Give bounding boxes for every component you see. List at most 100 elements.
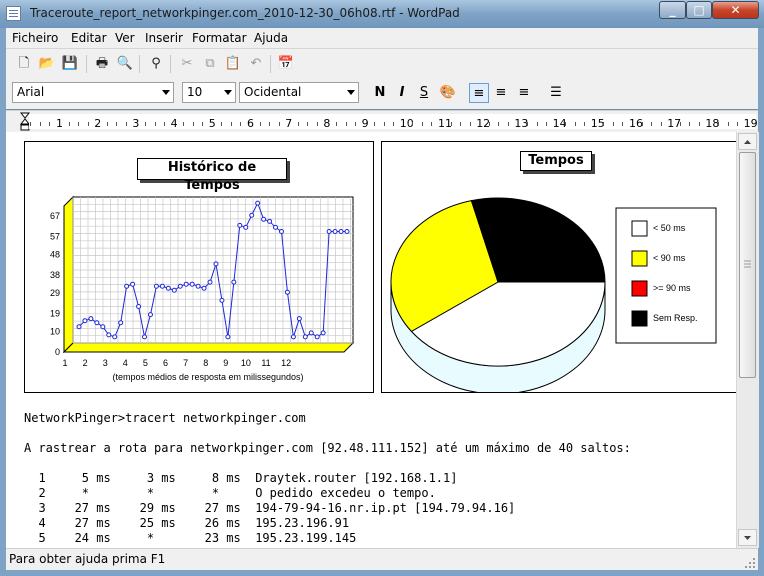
pie-chart-plot: < 50 ms < 90 ms >= 90 ms Sem Resp. xyxy=(390,197,717,392)
font-name-value: Arial xyxy=(17,85,45,99)
print-preview-icon[interactable]: 🔍 xyxy=(115,54,135,74)
scroll-down-button[interactable] xyxy=(738,529,757,546)
ruler-tick xyxy=(30,122,32,126)
save-icon[interactable]: 💾 xyxy=(60,54,80,74)
open-folder-icon[interactable]: 📂 xyxy=(37,54,57,74)
ruler-tick xyxy=(278,122,280,126)
print-icon[interactable]: 🖶 xyxy=(92,54,112,74)
ruler-tick xyxy=(536,122,538,126)
chevron-down-icon xyxy=(162,90,170,95)
ruler-number: 8 xyxy=(323,117,331,130)
align-center-button[interactable]: ≡ xyxy=(491,83,511,103)
y-tick-label: 29 xyxy=(50,288,60,298)
x-tick-label: 7 xyxy=(183,358,188,368)
paste-icon[interactable]: 📋 xyxy=(223,54,243,74)
insert-datetime-icon[interactable]: 📅 xyxy=(276,54,296,74)
data-point xyxy=(344,228,350,234)
maximize-button[interactable]: □ xyxy=(686,1,712,19)
data-point xyxy=(290,334,296,340)
x-tick-label: 11 xyxy=(261,358,270,368)
y-tick-label: 57 xyxy=(50,231,60,241)
ruler-tick xyxy=(230,122,232,126)
font-size-select[interactable]: 10 xyxy=(182,82,236,103)
legend-label: >= 90 ms xyxy=(653,283,691,293)
x-tick-label: 8 xyxy=(203,358,208,368)
tracert-route-line: A rastrear a rota para networkpinger.com… xyxy=(24,441,631,455)
bold-button[interactable]: N xyxy=(370,83,390,103)
ruler-tick xyxy=(393,122,395,126)
data-point xyxy=(207,279,213,285)
minimize-button[interactable]: _ xyxy=(659,1,686,19)
vertical-scrollbar[interactable] xyxy=(736,132,759,548)
status-text: Para obter ajuda prima F1 xyxy=(9,552,166,566)
ruler-tick xyxy=(116,122,118,126)
ruler-number: 5 xyxy=(208,117,216,130)
data-point xyxy=(177,283,183,289)
times-pie-chart: Tempos < 50 ms < 90 ms >= 90 ms Sem Resp. xyxy=(381,141,736,393)
ruler-tick xyxy=(469,122,471,126)
align-right-button[interactable]: ≡ xyxy=(514,83,534,103)
ruler-tick xyxy=(106,122,108,126)
legend-swatch xyxy=(631,250,648,267)
ruler-tick xyxy=(641,122,643,126)
script-value: Ocidental xyxy=(244,85,302,99)
ruler-tick xyxy=(297,122,299,126)
resize-grip-icon[interactable] xyxy=(744,557,756,569)
script-select[interactable]: Ocidental xyxy=(239,82,359,103)
x-tick-label: 9 xyxy=(223,358,228,368)
hop-line: 3 27 ms 29 ms 27 ms 194-79-94-16.nr.ip.p… xyxy=(24,501,516,515)
close-button[interactable]: ✕ xyxy=(712,1,759,19)
data-point xyxy=(183,281,189,287)
wordpad-icon[interactable] xyxy=(6,6,21,21)
hop-line: 4 27 ms 25 ms 26 ms 195.23.196.91 xyxy=(24,516,350,530)
x-tick-label: 5 xyxy=(143,358,148,368)
find-icon[interactable]: ⚲ xyxy=(146,54,166,74)
ruler-tick xyxy=(603,122,605,126)
copy-icon[interactable]: ⧉ xyxy=(200,54,220,74)
ruler-tick xyxy=(574,122,576,126)
document-area[interactable]: Histórico de Tempos 0 10 19 29 38 48 57 67 1 2 3 4 5… xyxy=(6,132,736,548)
menu-formatar[interactable]: Formatar xyxy=(192,31,247,45)
data-point xyxy=(88,316,94,322)
color-palette-icon[interactable]: 🎨 xyxy=(438,83,458,103)
data-point xyxy=(213,261,219,267)
x-tick-label: 2 xyxy=(83,358,88,368)
title-bar: Traceroute_report_networkpinger.com_2010… xyxy=(0,0,764,28)
menu-inserir[interactable]: Inserir xyxy=(145,31,183,45)
menu-ajuda[interactable]: Ajuda xyxy=(254,31,288,45)
ruler-tick xyxy=(335,122,337,126)
scroll-thumb[interactable] xyxy=(739,152,756,378)
chart-floor xyxy=(62,342,355,353)
menu-ver[interactable]: Ver xyxy=(115,31,135,45)
cut-icon[interactable]: ✂ xyxy=(177,54,197,74)
underline-button[interactable]: S xyxy=(414,83,434,103)
y-tick-label: 67 xyxy=(50,211,60,221)
ruler-number: 6 xyxy=(247,117,254,130)
ruler-tick xyxy=(355,122,357,126)
data-point xyxy=(231,279,237,285)
scroll-up-button[interactable] xyxy=(738,133,757,150)
ruler-tick xyxy=(221,122,223,126)
font-size-value: 10 xyxy=(187,85,203,99)
new-document-icon[interactable]: 🗋 xyxy=(14,54,34,74)
x-tick-label: 6 xyxy=(163,358,168,368)
toolbar-separator xyxy=(139,55,140,73)
undo-icon[interactable]: ↶ xyxy=(246,54,266,74)
bullets-button[interactable]: ☰ xyxy=(546,83,566,103)
menu-editar[interactable]: Editar xyxy=(71,31,107,45)
data-point xyxy=(147,312,153,318)
menu-ficheiro[interactable]: Ficheiro xyxy=(12,31,58,45)
ruler-tick xyxy=(565,122,567,126)
data-point xyxy=(142,334,148,340)
ruler-tick xyxy=(39,122,41,126)
data-point xyxy=(267,218,273,224)
toolbar-separator xyxy=(270,55,271,73)
align-left-button[interactable]: ≡ xyxy=(469,83,489,103)
italic-button[interactable]: I xyxy=(392,83,412,103)
ruler-number: 19 xyxy=(743,117,758,130)
font-name-select[interactable]: Arial xyxy=(12,82,174,103)
ruler-tick xyxy=(125,122,127,126)
status-bar: Para obter ajuda prima F1 xyxy=(6,548,758,571)
data-point xyxy=(296,316,302,322)
toolbar-separator xyxy=(170,55,171,73)
